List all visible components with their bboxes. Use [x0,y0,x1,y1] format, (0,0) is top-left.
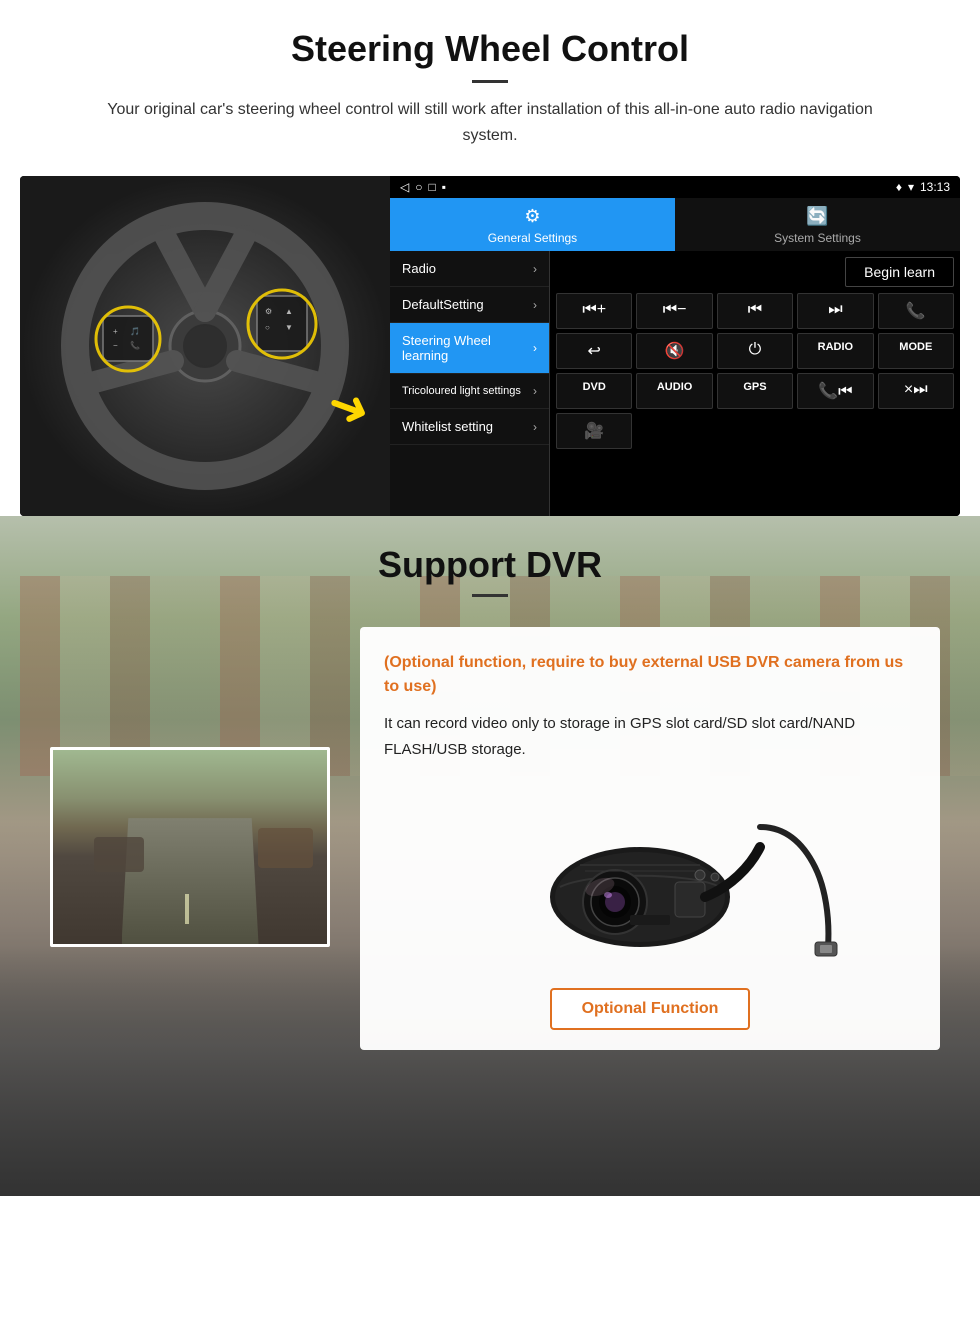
ctrl-prev[interactable]: ⏮ [717,293,793,329]
svg-text:📞: 📞 [130,340,140,350]
menu-radio-arrow: › [533,262,537,276]
svg-text:▼: ▼ [285,323,293,332]
menu-radio-label: Radio [402,261,436,276]
begin-learn-row: Begin learn [556,257,954,287]
steering-photo-inner: + − 🎵 📞 ⚙ ▲ ○ ▼ ➜ [20,176,390,516]
dvr-camera-illustration [384,782,916,972]
ctrl-gps[interactable]: GPS [717,373,793,409]
control-grid: ⏮+ ⏮− ⏮ ⏭ 📞 ↩ 🔇 ⏻ RADIO MODE DVD AUDIO G… [556,293,954,449]
tab-system-label: System Settings [774,231,861,245]
tab-general-settings[interactable]: ⚙ General Settings [390,198,675,251]
steering-subtitle: Your original car's steering wheel contr… [80,97,900,148]
steering-title: Steering Wheel Control [60,28,920,70]
nav-menu-icon: ▪ [442,180,446,194]
ctrl-back[interactable]: ↩ [556,333,632,369]
tab-general-label: General Settings [488,231,577,245]
optional-function-button[interactable]: Optional Function [550,988,751,1030]
android-status-bar: ◁ ○ □ ▪ ♦ ▾ 13:13 [390,176,960,198]
menu-tricoloured-arrow: › [533,384,537,398]
settings-tabs: ⚙ General Settings 🔄 System Settings [390,198,960,251]
system-settings-icon: 🔄 [806,206,828,227]
menu-steering-label: Steering Wheel learning [402,333,533,363]
status-time: 13:13 [920,180,950,194]
general-settings-icon: ⚙ [524,206,540,227]
menu-default-arrow: › [533,298,537,312]
dvr-info-card: (Optional function, require to buy exter… [360,627,940,1050]
optional-function-container: Optional Function [384,988,916,1030]
ctrl-next[interactable]: ⏭ [797,293,873,329]
steering-divider [472,80,508,83]
ctrl-dvd[interactable]: DVD [556,373,632,409]
ctrl-vol-up[interactable]: ⏮+ [556,293,632,329]
dvr-description: It can record video only to storage in G… [384,711,916,762]
svg-text:−: − [113,341,118,350]
dvr-optional-text: (Optional function, require to buy exter… [384,651,916,699]
steering-wheel-svg: + − 🎵 📞 ⚙ ▲ ○ ▼ [55,196,355,496]
menu-right: Begin learn ⏮+ ⏮− ⏮ ⏭ 📞 ↩ 🔇 ⏻ RADIO MODE… [550,251,960,516]
menu-item-tricoloured[interactable]: Tricoloured light settings › [390,374,549,409]
nav-recents-icon: □ [428,180,435,194]
nav-back-icon: ◁ [400,180,409,194]
svg-text:🎵: 🎵 [130,327,140,336]
menu-item-steering[interactable]: Steering Wheel learning › [390,323,549,374]
ctrl-call-prev[interactable]: 📞⏮ [797,373,873,409]
dvr-screenshot [50,747,330,947]
dvr-section: Support DVR (Optional function, require … [0,516,980,1196]
steering-section-header: Steering Wheel Control Your original car… [0,0,980,158]
wifi-icon: ▾ [908,180,914,194]
dvr-vehicle-2 [258,828,313,868]
dvr-content: (Optional function, require to buy exter… [0,607,980,1107]
menu-area: Radio › DefaultSetting › Steering Wheel … [390,251,960,516]
dvr-title: Support DVR [60,544,920,586]
begin-learn-button[interactable]: Begin learn [845,257,954,287]
ctrl-power[interactable]: ⏻ [717,333,793,369]
menu-item-default[interactable]: DefaultSetting › [390,287,549,323]
menu-default-label: DefaultSetting [402,297,484,312]
ctrl-radio[interactable]: RADIO [797,333,873,369]
ctrl-call[interactable]: 📞 [878,293,954,329]
menu-left: Radio › DefaultSetting › Steering Wheel … [390,251,550,516]
dvr-vehicle-1 [94,837,144,872]
svg-text:○: ○ [265,323,270,332]
menu-tricoloured-label: Tricoloured light settings [402,385,521,397]
dvr-camera-svg [460,787,840,967]
tab-system-settings[interactable]: 🔄 System Settings [675,198,960,251]
steering-demo-block: + − 🎵 📞 ⚙ ▲ ○ ▼ ➜ ◁ ○ □ ▪ [20,176,960,516]
menu-item-whitelist[interactable]: Whitelist setting › [390,409,549,445]
menu-whitelist-label: Whitelist setting [402,419,493,434]
dvr-section-header: Support DVR [0,516,980,607]
android-panel: ◁ ○ □ ▪ ♦ ▾ 13:13 ⚙ General Settings 🔄 S… [390,176,960,516]
svg-text:▲: ▲ [285,307,293,316]
svg-text:⚙: ⚙ [265,307,272,316]
dvr-left [40,747,340,947]
menu-whitelist-arrow: › [533,420,537,434]
nav-home-icon: ○ [415,180,422,194]
steering-photo: + − 🎵 📞 ⚙ ▲ ○ ▼ ➜ [20,176,390,516]
dvr-lane-marking [185,894,189,924]
ctrl-audio[interactable]: AUDIO [636,373,712,409]
ctrl-vol-down[interactable]: ⏮− [636,293,712,329]
dvr-divider [472,594,508,597]
signal-icon: ♦ [896,180,902,194]
svg-text:+: + [113,327,118,336]
ctrl-camera[interactable]: 🎥 [556,413,632,449]
ctrl-end-next[interactable]: ×⏭ [878,373,954,409]
menu-item-radio[interactable]: Radio › [390,251,549,287]
ctrl-mute[interactable]: 🔇 [636,333,712,369]
menu-steering-arrow: › [533,341,537,355]
ctrl-mode[interactable]: MODE [878,333,954,369]
